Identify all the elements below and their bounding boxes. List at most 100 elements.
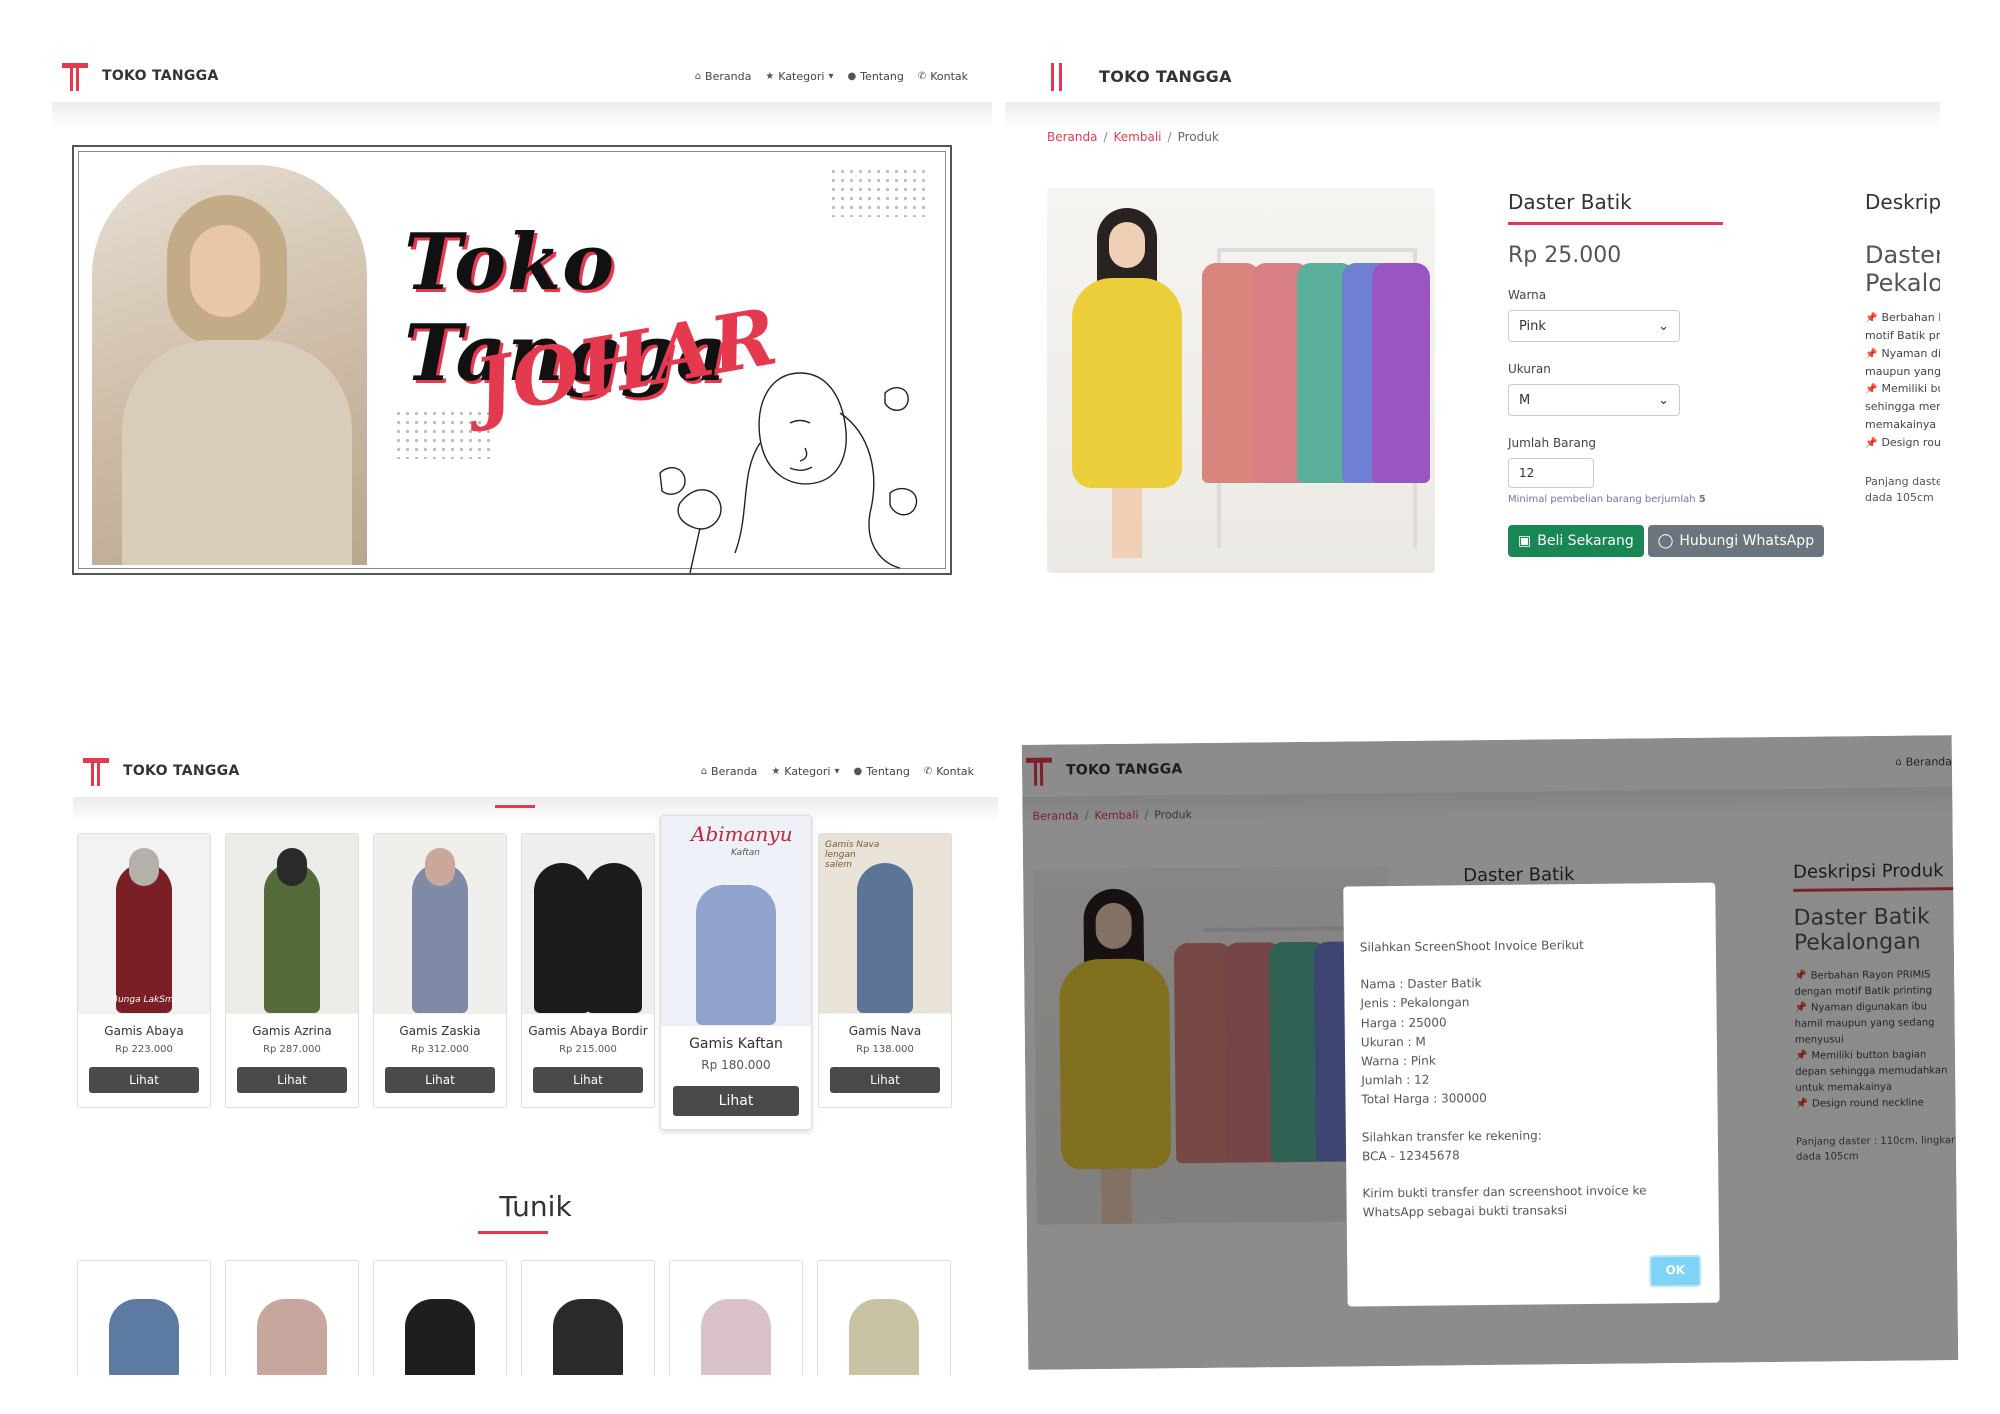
chevron-down-icon: ⌄	[1658, 392, 1669, 408]
invoice-modal: Silahkan ScreenShoot Invoice Berikut Nam…	[1343, 882, 1720, 1307]
product-detail-panel: TOKO TANGGA Beranda / Kembali / Produk Daste…	[1005, 50, 1940, 610]
user-icon: ●	[847, 70, 857, 82]
product-list-panel: TOKO TANGGA ⌂ Beranda ★ Kategori ▾ ● Tentang…	[73, 745, 998, 1375]
breadcrumb-home[interactable]: Beranda	[1047, 130, 1097, 144]
product-price: Rp 25.000	[1508, 243, 1622, 268]
pin-icon: 📌	[1865, 348, 1878, 360]
nav-contact[interactable]: ✆ Kontak	[924, 765, 974, 778]
size-select-value: M	[1519, 392, 1531, 408]
pin-icon: 📌	[1865, 437, 1878, 449]
product-name: Gamis Azrina	[252, 1024, 332, 1038]
color-select[interactable]: Pink ⌄	[1508, 310, 1680, 342]
navbar: TOKO TANGGA ⌂ Beranda ★ Kategori ▾ ● Tentang…	[73, 745, 998, 823]
nav-home-label: Beranda	[705, 69, 752, 83]
brand-logo-icon[interactable]	[1045, 61, 1075, 91]
product-card[interactable]: Gamis Zaskia Rp 312.000 Lihat	[373, 833, 507, 1108]
brand-name[interactable]: TOKO TANGGA	[123, 763, 240, 779]
view-button[interactable]: Lihat	[673, 1086, 799, 1116]
product-name: Gamis Abaya Bordir	[528, 1024, 648, 1038]
product-card[interactable]: Gamis Abaya Bordir Rp 215.000 Lihat	[521, 833, 655, 1108]
proof-note: Kirim bukti transfer dan screenshoot inv…	[1362, 1183, 1647, 1220]
tunik-card[interactable]	[373, 1260, 507, 1375]
section-accent-line	[495, 805, 535, 808]
tunik-card[interactable]	[77, 1260, 211, 1375]
product-info: Daster Batik Rp 25.000 Warna Pink ⌄ Ukura…	[1508, 190, 1825, 557]
view-button[interactable]: Lihat	[237, 1067, 347, 1093]
size-select[interactable]: M ⌄	[1508, 384, 1680, 416]
caret-down-icon: ▾	[828, 70, 834, 82]
pin-icon: 📌	[1865, 384, 1878, 396]
description-heading: Deskripsi Produk	[1865, 190, 1940, 214]
nav-about[interactable]: ● Tentang	[853, 765, 909, 778]
nav-home-label: Beranda	[711, 764, 758, 778]
description-bullet: 📌Nyaman digunakan ibu hamil maupun yang …	[1865, 345, 1940, 381]
banner-model-image	[92, 165, 367, 565]
invoice-modal-panel: TOKO TANGGA ⌂ Beranda Beranda / Kembali / Pro…	[1021, 735, 1959, 1370]
brand-name[interactable]: TOKO TANGGA	[1099, 67, 1232, 86]
product-thumbnail: Abimanyu Kaftan	[661, 816, 811, 1026]
tunik-card[interactable]	[669, 1260, 803, 1375]
section-title: Tunik	[499, 1190, 572, 1223]
description-bullet: 📌Berbahan Rayon PRIMIS dengan motif Bati…	[1865, 309, 1940, 345]
nav-about[interactable]: ● Tentang	[847, 70, 903, 83]
thumbnail-caption: Kaftan	[731, 848, 761, 858]
tunik-card[interactable]	[817, 1260, 951, 1375]
nav-about-label: Tentang	[860, 69, 904, 83]
description-bullet: 📌Design round neckline	[1865, 434, 1940, 452]
product-thumbnail: Bunga LakSmi	[78, 834, 210, 1014]
chevron-down-icon: ⌄	[1658, 318, 1669, 334]
view-button[interactable]: Lihat	[830, 1067, 940, 1093]
section-accent-line	[478, 1231, 548, 1234]
whatsapp-icon: ◯	[1657, 533, 1674, 549]
view-button[interactable]: Lihat	[533, 1067, 643, 1093]
product-thumbnail	[522, 834, 654, 1014]
breadcrumb-current: Produk	[1177, 130, 1219, 144]
tunik-card[interactable]	[521, 1260, 655, 1375]
product-thumbnail	[374, 834, 506, 1014]
whatsapp-button[interactable]: ◯ Hubungi WhatsApp	[1647, 525, 1825, 557]
nav-about-label: Tentang	[866, 764, 910, 778]
product-name: Gamis Nava	[848, 1024, 922, 1038]
home-icon: ⌂	[700, 765, 708, 777]
nav-contact-label: Kontak	[936, 764, 974, 778]
bullet-text: Design round neckline	[1881, 435, 1940, 449]
product-price: Rp 223.000	[115, 1044, 173, 1055]
product-thumbnail	[226, 834, 358, 1014]
brand-logo-icon[interactable]	[60, 61, 90, 91]
view-button[interactable]: Lihat	[385, 1067, 495, 1093]
product-card[interactable]: Gamis Azrina Rp 287.000 Lihat	[225, 833, 359, 1108]
dot-pattern	[394, 409, 494, 459]
product-price: Rp 138.000	[856, 1044, 914, 1055]
nav-contact[interactable]: ✆ Kontak	[918, 70, 968, 83]
brand-name[interactable]: TOKO TANGGA	[102, 68, 219, 84]
product-price: Rp 215.000	[559, 1044, 617, 1055]
nav-home[interactable]: ⌂ Beranda	[701, 765, 758, 778]
user-icon: ●	[853, 765, 863, 777]
nav-category[interactable]: ★ Kategori ▾	[771, 765, 839, 778]
minimum-purchase-note: Minimal pembelian barang berjumlah 5	[1508, 494, 1788, 505]
size-info: Panjang daster : 110cm, lingkar dada 105…	[1865, 474, 1940, 505]
navbar: TOKO TANGGA	[1005, 50, 1940, 128]
nav-category[interactable]: ★ Kategori ▾	[765, 70, 833, 83]
buy-now-button[interactable]: ▣ Beli Sekarang	[1508, 525, 1644, 557]
ok-button[interactable]: OK	[1649, 1254, 1702, 1288]
view-button[interactable]: Lihat	[89, 1067, 199, 1093]
breadcrumb-back[interactable]: Kembali	[1114, 130, 1162, 144]
navbar: TOKO TANGGA ⌂ Beranda ★ Kategori ▾ ● Tentang…	[52, 50, 992, 128]
product-name: Gamis Zaskia	[399, 1024, 481, 1038]
product-price: Rp 287.000	[263, 1044, 321, 1055]
tunik-card[interactable]	[225, 1260, 359, 1375]
home-page-panel: TOKO TANGGA ⌂ Beranda ★ Kategori ▾ ● Tentang…	[52, 50, 992, 590]
hero-banner[interactable]: Toko Tangga JOHAR	[72, 145, 952, 575]
quantity-input[interactable]: 12	[1508, 458, 1594, 488]
dot-pattern	[829, 167, 929, 217]
nav-links: ⌂ Beranda ★ Kategori ▾ ● Tentang ✆ Kontak	[701, 765, 974, 778]
phone-icon: ✆	[923, 765, 933, 777]
nav-home[interactable]: ⌂ Beranda	[695, 70, 752, 83]
product-card-featured[interactable]: Abimanyu Kaftan Gamis Kaftan Rp 180.000 …	[660, 815, 812, 1130]
product-name: Daster Batik	[1508, 190, 1723, 225]
product-card[interactable]: Gamis Nava lengan salem Gamis Nava Rp 13…	[818, 833, 952, 1108]
product-card[interactable]: Bunga LakSmi Gamis Abaya Rp 223.000 Liha…	[77, 833, 211, 1108]
money-icon: ▣	[1518, 533, 1532, 549]
brand-logo-icon[interactable]	[81, 756, 111, 786]
